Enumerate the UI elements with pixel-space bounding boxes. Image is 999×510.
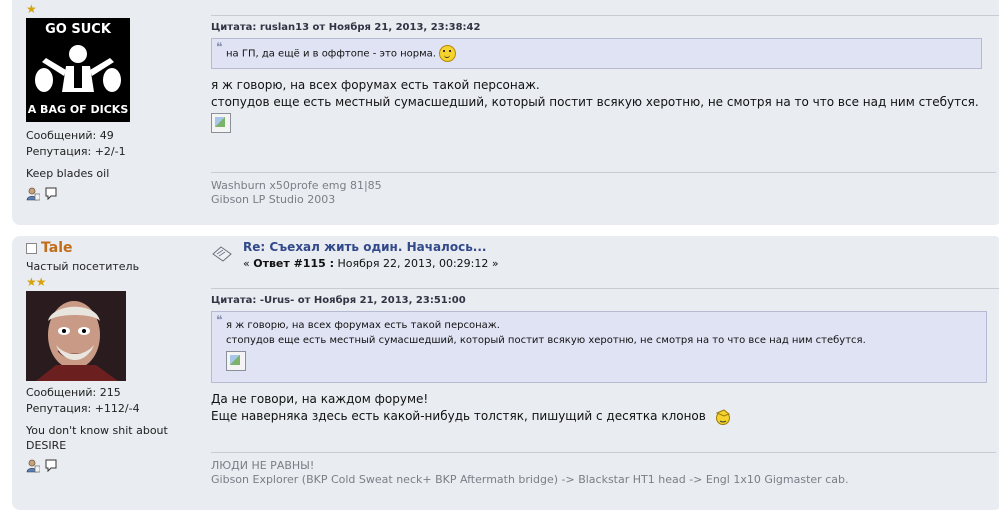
post-body: Цитата: ruslan13 от Ноября 21, 2013, 23:… — [211, 15, 999, 207]
message-line-text: Еще наверняка здесь есть какой-нибудь то… — [211, 409, 706, 423]
signature: Washburn x50profe emg 81|85 Gibson LP St… — [211, 172, 996, 207]
signature-line: Gibson LP Studio 2003 — [211, 193, 336, 206]
rank-stars: ★ — [26, 2, 37, 16]
reply-prefix: « — [243, 257, 254, 270]
post-title-link[interactable]: Re: Съехал жить один. Началось... — [243, 240, 499, 254]
reply-info: « Ответ #115 : Ноября 22, 2013, 00:29:12… — [243, 257, 499, 270]
post-body: Re: Съехал жить один. Началось... « Отве… — [211, 240, 999, 487]
offline-status-icon — [26, 242, 37, 254]
message-line: стопудов еще есть местный сумасшедший, к… — [211, 95, 979, 109]
broken-image-icon — [226, 351, 246, 371]
author-actions — [26, 459, 201, 473]
private-message-icon[interactable] — [44, 187, 58, 201]
quote-block: ❝ на ГП, да ещё и в оффтопе - это норма. — [211, 38, 982, 69]
post-message: я ж говорю, на всех форумах есть такой п… — [211, 77, 999, 138]
custom-title-line: You don't know shit about — [26, 424, 168, 437]
message-count: Сообщений: 215 — [26, 386, 121, 399]
profile-icon[interactable] — [26, 187, 40, 201]
message-line: Да не говори, на каждом форуме! — [211, 392, 429, 406]
message-count: Сообщений: 49 — [26, 129, 114, 142]
forum-post: ★ GO SUCK A BAG OF DICKS Сообщений: 49 Р… — [12, 0, 999, 225]
author-panel: ★ GO SUCK A BAG OF DICKS Сообщений: 49 Р… — [26, 2, 201, 201]
post-header: Re: Съехал жить один. Началось... « Отве… — [211, 240, 999, 270]
rank-stars: ★★ — [26, 275, 47, 289]
avatar-face — [26, 291, 126, 381]
facepalm-smiley-icon — [715, 408, 730, 425]
reputation: Репутация: +2/-1 — [26, 145, 126, 158]
profile-icon[interactable] — [26, 459, 40, 473]
message-line: я ж говорю, на всех форумах есть такой п… — [211, 78, 540, 92]
message-line: Еще наверняка здесь есть какой-нибудь то… — [211, 408, 999, 425]
quote-header[interactable]: Цитата: ruslan13 от Ноября 21, 2013, 23:… — [211, 15, 999, 33]
quote-mark-icon: ❝ — [216, 40, 223, 54]
avatar[interactable] — [26, 291, 126, 381]
username-link[interactable]: Tale — [41, 240, 73, 256]
signature-line: ЛЮДИ НЕ РАВНЫ! — [211, 459, 315, 472]
signature-line: Gibson Explorer (BKP Cold Sweat neck+ BK… — [211, 473, 849, 486]
reply-number-link[interactable]: Ответ #115 : — [253, 257, 334, 270]
author-panel: Tale Частый посетитель ★★ Сообщений: 215… — [26, 240, 201, 473]
quote-line: стопудов еще есть местный сумасшедший, к… — [226, 335, 866, 346]
post-message: Да не говори, на каждом форуме! Еще наве… — [211, 391, 999, 425]
quote-text: на ГП, да ещё и в оффтопе - это норма. — [226, 48, 436, 60]
member-rank: Частый посетитель — [26, 260, 140, 273]
reply-date: Ноября 22, 2013, 00:29:12 » — [334, 257, 499, 270]
quote-mark-icon: ❝ — [216, 313, 223, 327]
signature-line: Washburn x50profe emg 81|85 — [211, 179, 382, 192]
quote-block: ❝ я ж говорю, на всех форумах есть такой… — [211, 311, 987, 383]
forum-post: Tale Частый посетитель ★★ Сообщений: 215… — [12, 236, 999, 510]
private-message-icon[interactable] — [44, 459, 58, 473]
author-actions — [26, 187, 201, 201]
reputation: Репутация: +112/-4 — [26, 402, 140, 415]
smiley-icon — [439, 45, 457, 62]
avatar-caption-bottom: A BAG OF DICKS — [27, 103, 129, 116]
quote-header[interactable]: Цитата: -Urus- от Ноября 21, 2013, 23:51… — [211, 288, 999, 306]
custom-title: You don't know shit about DESIRE — [26, 423, 201, 453]
custom-title-line: DESIRE — [26, 439, 67, 452]
quote-line: я ж говорю, на всех форумах есть такой п… — [226, 320, 500, 331]
custom-title: Keep blades oil — [26, 167, 110, 180]
broken-image-icon — [211, 113, 231, 133]
post-icon — [212, 246, 232, 262]
signature: ЛЮДИ НЕ РАВНЫ! Gibson Explorer (BKP Cold… — [211, 452, 996, 487]
avatar[interactable]: GO SUCK A BAG OF DICKS — [26, 18, 130, 122]
